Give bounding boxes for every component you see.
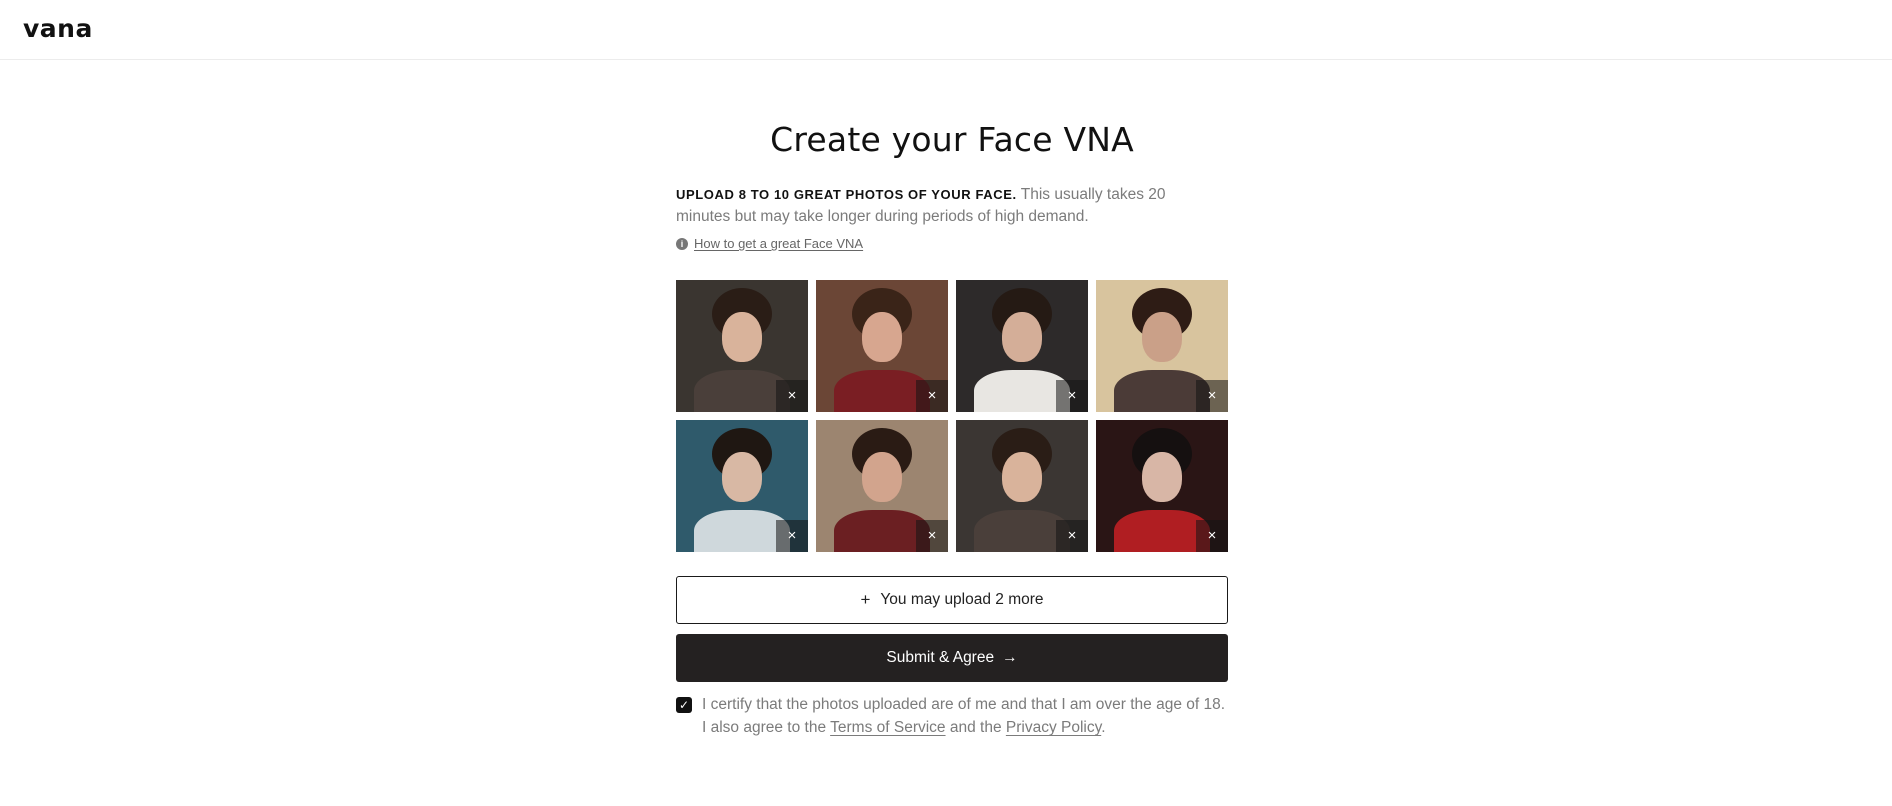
photo-face xyxy=(722,452,762,502)
privacy-policy-link[interactable]: Privacy Policy xyxy=(1006,719,1101,736)
vana-logo[interactable]: vana xyxy=(23,14,93,43)
close-icon[interactable]: × xyxy=(916,380,948,412)
upload-more-label: You may upload 2 more xyxy=(880,591,1044,608)
face-vna-panel: Create your Face VNA UPLOAD 8 TO 10 GREA… xyxy=(676,118,1228,736)
photo-face xyxy=(1142,452,1182,502)
top-navbar: vana xyxy=(0,0,1892,60)
photo-thumbnail: × xyxy=(816,280,948,412)
instructions-heading: UPLOAD 8 TO 10 GREAT PHOTOS OF YOUR FACE… xyxy=(676,187,1017,202)
close-icon[interactable]: × xyxy=(776,520,808,552)
plus-icon: + xyxy=(860,590,871,609)
photo-face xyxy=(1142,312,1182,362)
certify-line-2-prefix: I also agree to the xyxy=(702,719,831,736)
photo-face xyxy=(1002,452,1042,502)
page-title: Create your Face VNA xyxy=(770,120,1134,159)
upload-more-button[interactable]: + You may upload 2 more xyxy=(676,576,1228,624)
close-icon[interactable]: × xyxy=(1056,380,1088,412)
photo-face xyxy=(722,312,762,362)
certify-line-2-end: . xyxy=(1101,719,1106,736)
photo-thumbnail: × xyxy=(1096,420,1228,552)
certify-text: I certify that the photos uploaded are o… xyxy=(702,693,1225,739)
submit-agree-button[interactable]: Submit & Agree → xyxy=(676,634,1228,682)
photo-grid: × × × × × × × × xyxy=(676,280,1228,552)
photo-face xyxy=(1002,312,1042,362)
photo-face xyxy=(862,312,902,362)
close-icon[interactable]: × xyxy=(916,520,948,552)
close-icon[interactable]: × xyxy=(1056,520,1088,552)
help-row: i How to get a great Face VNA xyxy=(676,236,1228,251)
submit-label: Submit & Agree xyxy=(886,649,995,666)
terms-of-service-link[interactable]: Terms of Service xyxy=(830,719,945,736)
photo-thumbnail: × xyxy=(816,420,948,552)
close-icon[interactable]: × xyxy=(1196,520,1228,552)
photo-face xyxy=(862,452,902,502)
info-icon: i xyxy=(676,237,688,250)
photo-thumbnail: × xyxy=(956,280,1088,412)
certify-line-2-mid: and the xyxy=(945,719,1006,736)
arrow-right-icon: → xyxy=(1002,649,1018,666)
photo-thumbnail: × xyxy=(676,280,808,412)
certify-line-1: I certify that the photos uploaded are o… xyxy=(702,696,1226,713)
close-icon[interactable]: × xyxy=(1196,380,1228,412)
upload-instructions: UPLOAD 8 TO 10 GREAT PHOTOS OF YOUR FACE… xyxy=(676,184,1196,228)
help-link[interactable]: How to get a great Face VNA xyxy=(694,236,863,251)
photo-thumbnail: × xyxy=(1096,280,1228,412)
certify-row: ✓ I certify that the photos uploaded are… xyxy=(676,693,1236,739)
close-icon[interactable]: × xyxy=(776,380,808,412)
photo-thumbnail: × xyxy=(676,420,808,552)
certify-checkbox[interactable]: ✓ xyxy=(676,697,692,713)
photo-thumbnail: × xyxy=(956,420,1088,552)
